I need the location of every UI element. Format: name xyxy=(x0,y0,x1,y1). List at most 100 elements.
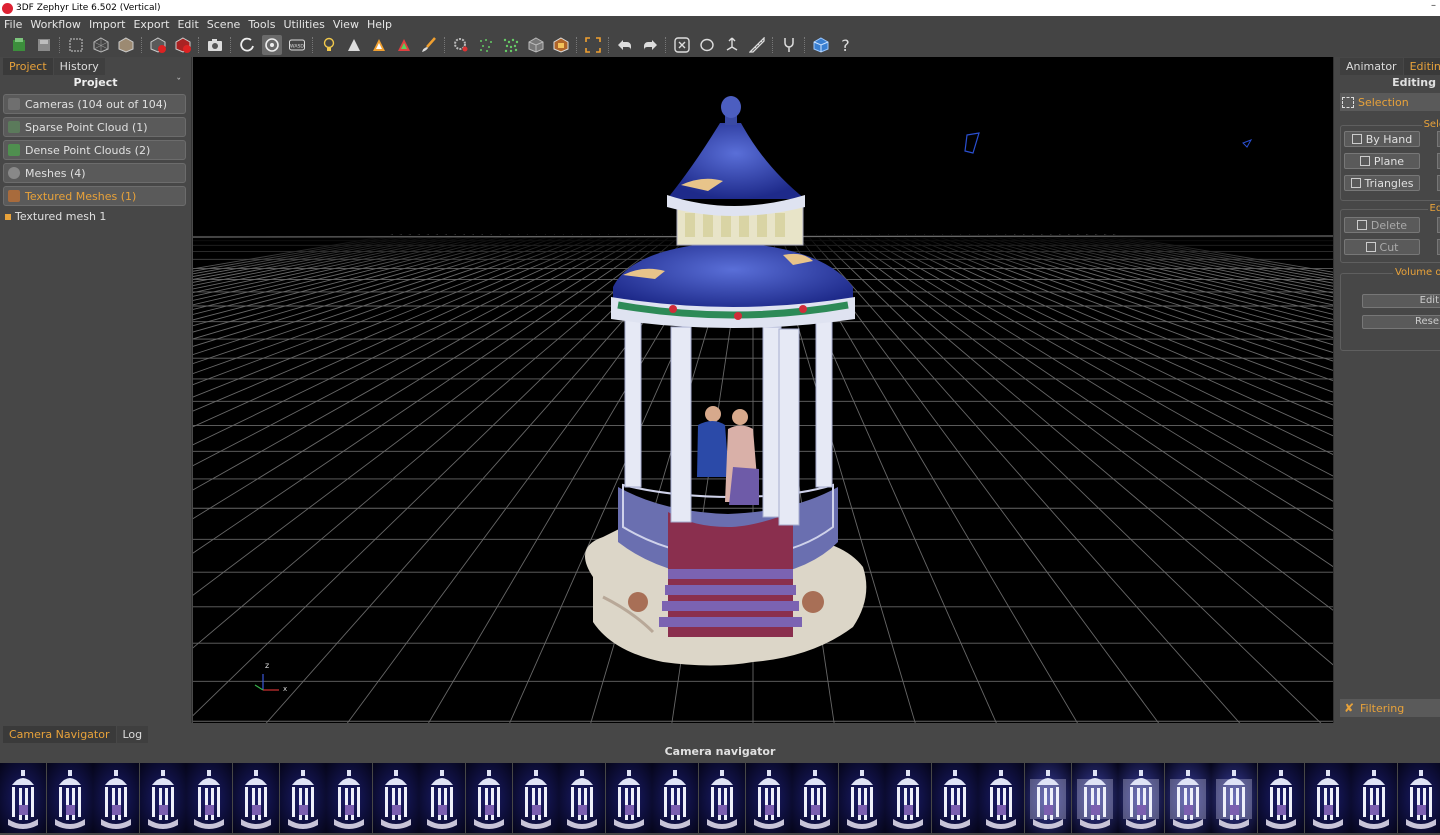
camera-thumbnail[interactable] xyxy=(1304,763,1351,833)
menu-help[interactable]: Help xyxy=(363,18,396,31)
cube-blue-icon[interactable] xyxy=(811,35,831,55)
minimize-button[interactable]: – xyxy=(1431,0,1436,11)
camera-thumbnail[interactable] xyxy=(232,763,279,833)
tab-project[interactable]: Project xyxy=(3,58,53,75)
help-icon[interactable]: ? xyxy=(836,35,856,55)
cut-button[interactable]: Cut xyxy=(1344,239,1420,255)
camera-thumbnail[interactable] xyxy=(745,763,792,833)
camera-thumbnail[interactable] xyxy=(885,763,932,833)
camera-thumbnail[interactable] xyxy=(559,763,606,833)
mesh-wire-icon[interactable] xyxy=(91,35,111,55)
camera-thumbnail[interactable] xyxy=(279,763,326,833)
fork-icon[interactable] xyxy=(779,35,799,55)
3d-viewport[interactable]: z x xyxy=(193,57,1333,723)
camera-thumbnail[interactable] xyxy=(605,763,652,833)
camera-thumbnail[interactable] xyxy=(1071,763,1118,833)
camera-thumbnail[interactable] xyxy=(978,763,1025,833)
gear-dots-icon[interactable] xyxy=(451,35,471,55)
project-item-dense-point-clouds[interactable]: Dense Point Clouds (2) xyxy=(3,140,186,160)
undo-icon[interactable] xyxy=(615,35,635,55)
menu-utilities[interactable]: Utilities xyxy=(279,18,328,31)
tab-history[interactable]: History xyxy=(53,58,105,75)
select-box-icon[interactable] xyxy=(66,35,86,55)
camera-thumbnail[interactable] xyxy=(1351,763,1398,833)
cube-color-icon[interactable] xyxy=(551,35,571,55)
camera-thumbnail[interactable] xyxy=(1211,763,1258,833)
delete-button[interactable]: Delete xyxy=(1344,217,1420,233)
selection-label: Selection xyxy=(1358,95,1409,109)
filtering-section-header[interactable]: ✘ Filtering xyxy=(1340,699,1440,717)
texture-red2-icon[interactable] xyxy=(173,35,193,55)
by-hand-button[interactable]: By Hand xyxy=(1344,131,1420,147)
triangles-button[interactable]: Triangles xyxy=(1344,175,1420,191)
camera-thumbnail[interactable] xyxy=(931,763,978,833)
project-item-meshes[interactable]: Meshes (4) xyxy=(3,163,186,183)
reset-volume-button[interactable]: Rese xyxy=(1362,315,1440,329)
camera-thumbnail[interactable] xyxy=(1025,763,1072,833)
textured-mesh-icon xyxy=(8,190,20,202)
menu-edit[interactable]: Edit xyxy=(173,18,202,31)
transform-icon[interactable] xyxy=(722,35,742,55)
camera-thumbnail[interactable] xyxy=(372,763,419,833)
tab-log[interactable]: Log xyxy=(116,726,149,743)
edit-volume-button[interactable]: Edit xyxy=(1362,294,1440,308)
menu-view[interactable]: View xyxy=(329,18,363,31)
menu-import[interactable]: Import xyxy=(85,18,130,31)
camera-thumbnail[interactable] xyxy=(0,763,46,833)
tab-editing[interactable]: Editing xyxy=(1403,58,1440,75)
camera-icon[interactable] xyxy=(205,35,225,55)
orbit-icon[interactable] xyxy=(237,35,257,55)
menu-scene[interactable]: Scene xyxy=(203,18,245,31)
tab-animator[interactable]: Animator xyxy=(1340,58,1403,75)
camera-thumbnail[interactable] xyxy=(93,763,140,833)
camera-thumbnail[interactable] xyxy=(326,763,373,833)
camera-thumbnail[interactable] xyxy=(419,763,466,833)
cube-icon[interactable] xyxy=(526,35,546,55)
lasso-icon[interactable] xyxy=(697,35,717,55)
orbit-active-icon[interactable] xyxy=(261,35,282,55)
camera-thumbnail[interactable] xyxy=(1397,763,1440,833)
redo-icon[interactable] xyxy=(640,35,660,55)
camera-thumbnail[interactable] xyxy=(465,763,512,833)
camera-thumbnail[interactable] xyxy=(652,763,699,833)
cone-icon[interactable] xyxy=(344,35,364,55)
lightbulb-icon[interactable] xyxy=(319,35,339,55)
menu-tools[interactable]: Tools xyxy=(244,18,279,31)
new-project-icon[interactable] xyxy=(9,35,29,55)
camera-thumbnail[interactable] xyxy=(1164,763,1211,833)
frame-icon[interactable] xyxy=(583,35,603,55)
project-item-cameras[interactable]: Cameras (104 out of 104) xyxy=(3,94,186,114)
menu-export[interactable]: Export xyxy=(129,18,173,31)
camera-thumbnail-strip[interactable] xyxy=(0,763,1440,833)
camera-thumbnail[interactable] xyxy=(46,763,93,833)
wasd-icon[interactable]: WASD xyxy=(287,35,307,55)
dots2-icon[interactable] xyxy=(501,35,521,55)
camera-thumbnail[interactable] xyxy=(1118,763,1165,833)
pin-icon[interactable]: ˇ xyxy=(177,75,182,91)
camera-thumbnail[interactable] xyxy=(838,763,885,833)
plane-button[interactable]: Plane xyxy=(1344,153,1420,169)
cone-red-icon[interactable] xyxy=(394,35,414,55)
dots-icon[interactable] xyxy=(476,35,496,55)
camera-thumbnail[interactable] xyxy=(792,763,839,833)
camera-thumbnail[interactable] xyxy=(512,763,559,833)
mesh-solid-icon[interactable] xyxy=(116,35,136,55)
selection-section-header[interactable]: Selection xyxy=(1340,93,1440,111)
project-item-sparse-point-cloud[interactable]: Sparse Point Cloud (1) xyxy=(3,117,186,137)
ruler-icon[interactable] xyxy=(747,35,767,55)
camera-thumbnail[interactable] xyxy=(1258,763,1305,833)
axis-gizmo: z x xyxy=(254,661,287,693)
cone-orange-icon[interactable] xyxy=(369,35,389,55)
brush-icon[interactable] xyxy=(419,35,439,55)
camera-thumbnail[interactable] xyxy=(186,763,233,833)
project-item-textured-meshes[interactable]: Textured Meshes (1) xyxy=(3,186,186,206)
texture-red-icon[interactable] xyxy=(148,35,168,55)
menu-file[interactable]: File xyxy=(0,18,26,31)
tree-item-textured-mesh-1[interactable]: Textured mesh 1 xyxy=(5,210,191,223)
camera-thumbnail[interactable] xyxy=(698,763,745,833)
save-icon[interactable] xyxy=(34,35,54,55)
camera-thumbnail[interactable] xyxy=(139,763,186,833)
tab-camera-navigator[interactable]: Camera Navigator xyxy=(3,726,116,743)
select-tool-icon[interactable] xyxy=(672,35,692,55)
menu-workflow[interactable]: Workflow xyxy=(26,18,85,31)
